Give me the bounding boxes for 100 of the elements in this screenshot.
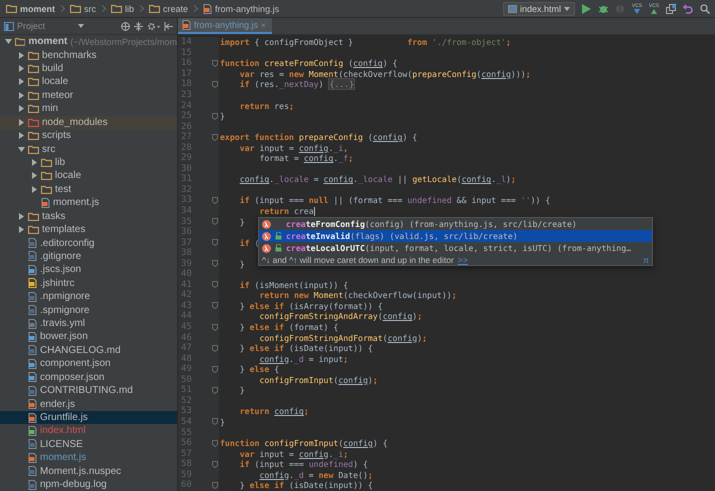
completion-item[interactable]: createLocalOrUTC(input, format, locale, strict, isUTC) (from-anything… [259, 242, 652, 254]
tree-item-label: templates [42, 224, 86, 236]
tree-row[interactable]: Moment.js.nuspec [0, 464, 177, 478]
fold-marker-icon[interactable] [212, 260, 218, 268]
fold-marker-icon[interactable] [212, 196, 218, 204]
collapsed-arrow-icon[interactable] [18, 118, 24, 126]
fold-marker-icon[interactable] [212, 134, 218, 141]
toolbar-button[interactable] [699, 2, 711, 16]
tree-row[interactable]: moment.js [0, 451, 177, 464]
hint-text: ^↓ and ^↑ will move caret down and up in the editor [262, 254, 454, 264]
toolbar-button[interactable] [665, 2, 677, 16]
breadcrumb[interactable]: create [149, 4, 188, 14]
expanded-arrow-icon[interactable] [4, 38, 12, 46]
collapsed-arrow-icon[interactable] [18, 52, 24, 59]
gear-icon[interactable] [147, 22, 160, 30]
fold-marker-icon[interactable] [212, 281, 218, 288]
collapsed-arrow-icon[interactable] [18, 65, 24, 72]
tree-row[interactable]: .jshintrc [0, 276, 177, 290]
collapsed-arrow-icon[interactable] [18, 92, 24, 99]
tree-row[interactable]: min [0, 102, 177, 116]
code-line: } else { [238, 364, 280, 374]
collapse-icon[interactable] [134, 22, 143, 30]
fold-marker-icon[interactable] [212, 324, 218, 331]
code-line: if (res._nextDay) {...} [238, 79, 356, 90]
tree-row[interactable]: .npmignore [0, 290, 177, 304]
tree-row[interactable]: test [0, 182, 177, 196]
tree-row[interactable]: npm-debug.log [0, 478, 177, 491]
fold-marker-icon[interactable] [212, 366, 218, 373]
tree-row[interactable]: benchmarks [0, 48, 177, 62]
fold-marker-icon[interactable] [212, 460, 218, 468]
fold-marker-icon[interactable] [212, 386, 218, 394]
tree-item-label: src [42, 144, 56, 155]
tree-row[interactable]: .spmignore [0, 303, 177, 317]
collapsed-arrow-icon[interactable] [18, 78, 24, 86]
selected-completion-item[interactable]: createInvalid(flags) (valid.js, src/lib/create) [259, 230, 652, 242]
excluded-tree-row[interactable]: node_modules [0, 116, 177, 129]
tree-row[interactable]: locale [0, 169, 177, 183]
breadcrumb[interactable]: lib [111, 4, 134, 14]
completion-item[interactable]: createFromConfig(config) (from-anything.js, src/lib/create) [259, 218, 652, 230]
crosshair-icon[interactable] [121, 22, 130, 30]
tree-row[interactable]: .travis.yml [0, 316, 177, 330]
collapsed-arrow-icon[interactable] [18, 105, 24, 112]
breadcrumb[interactable]: moment [6, 4, 56, 14]
fold-marker-icon[interactable] [212, 60, 218, 67]
tree-row[interactable]: CONTRIBUTING.md [0, 384, 177, 398]
tree-item-label: lib [55, 157, 66, 168]
breadcrumb[interactable]: from-anything.js [203, 4, 280, 14]
fold-marker-icon[interactable] [212, 418, 218, 426]
tree-row[interactable]: scripts [0, 128, 177, 142]
fold-marker-icon[interactable] [212, 80, 218, 88]
tree-row[interactable]: .gitignore [0, 250, 177, 264]
tree-row[interactable]: bower.json [0, 330, 177, 344]
tree-row[interactable]: meteor [0, 88, 177, 102]
collapsed-arrow-icon[interactable] [30, 159, 38, 166]
fold-marker-icon[interactable] [212, 344, 218, 352]
run-configuration-dropdown[interactable]: index.html [502, 2, 575, 16]
folder-icon [41, 158, 52, 167]
tree-row[interactable]: CHANGELOG.md [0, 344, 177, 358]
collapsed-arrow-icon[interactable] [18, 226, 24, 234]
fold-marker-icon[interactable] [212, 302, 218, 310]
badge-file-icon [28, 278, 37, 288]
file-icon [28, 399, 37, 410]
fold-marker-icon[interactable] [212, 239, 218, 246]
tree-row[interactable]: moment.js [0, 196, 177, 210]
tree-row[interactable]: lib [0, 156, 177, 170]
tree-item-label: meteor [42, 90, 74, 101]
fold-marker-icon[interactable] [212, 218, 218, 226]
fold-marker-icon[interactable] [212, 440, 218, 447]
tree-row[interactable]: locale [0, 75, 177, 89]
tree-item-label: bower.json [40, 331, 88, 342]
collapsed-arrow-icon[interactable] [18, 132, 24, 140]
tree-item-label: moment.js [53, 197, 100, 208]
hide-panel-icon[interactable] [164, 22, 173, 30]
collapsed-arrow-icon[interactable] [30, 186, 38, 193]
tree-row[interactable]: composer.json [0, 370, 177, 384]
tree-row[interactable]: tasks [0, 209, 177, 223]
tree-row[interactable]: .editorconfig [0, 236, 177, 250]
code-line: configFromInput(config); [258, 374, 378, 385]
toolbar-button[interactable] [580, 2, 592, 16]
tree-row[interactable]: moment (~/WebstormProjects/mom [0, 35, 177, 48]
tree-row[interactable]: ender.js [0, 397, 177, 411]
fold-marker-icon[interactable] [212, 482, 218, 489]
tree-row[interactable]: LICENSE [0, 438, 177, 452]
project-view-selector[interactable]: Project [4, 21, 84, 31]
tree-row[interactable]: component.json [0, 357, 177, 371]
collapsed-arrow-icon[interactable] [18, 212, 24, 220]
folder-icon [28, 144, 39, 154]
expanded-arrow-icon[interactable] [18, 146, 24, 153]
tree-row[interactable]: src [0, 142, 177, 156]
fold-marker-icon[interactable] [212, 112, 218, 120]
collapsed-arrow-icon[interactable] [30, 172, 38, 180]
pi-symbol: π [643, 254, 649, 264]
toolbar-button[interactable] [682, 2, 694, 16]
tree-row[interactable]: templates [0, 222, 177, 236]
code-line: return config; [238, 406, 309, 416]
breadcrumb[interactable]: src [70, 4, 96, 14]
tree-row[interactable]: .jscs.json [0, 263, 177, 277]
more-link[interactable]: >> [458, 254, 468, 264]
selected-tree-row[interactable]: Gruntfile.js [0, 410, 177, 424]
tree-row[interactable]: build [0, 62, 177, 76]
